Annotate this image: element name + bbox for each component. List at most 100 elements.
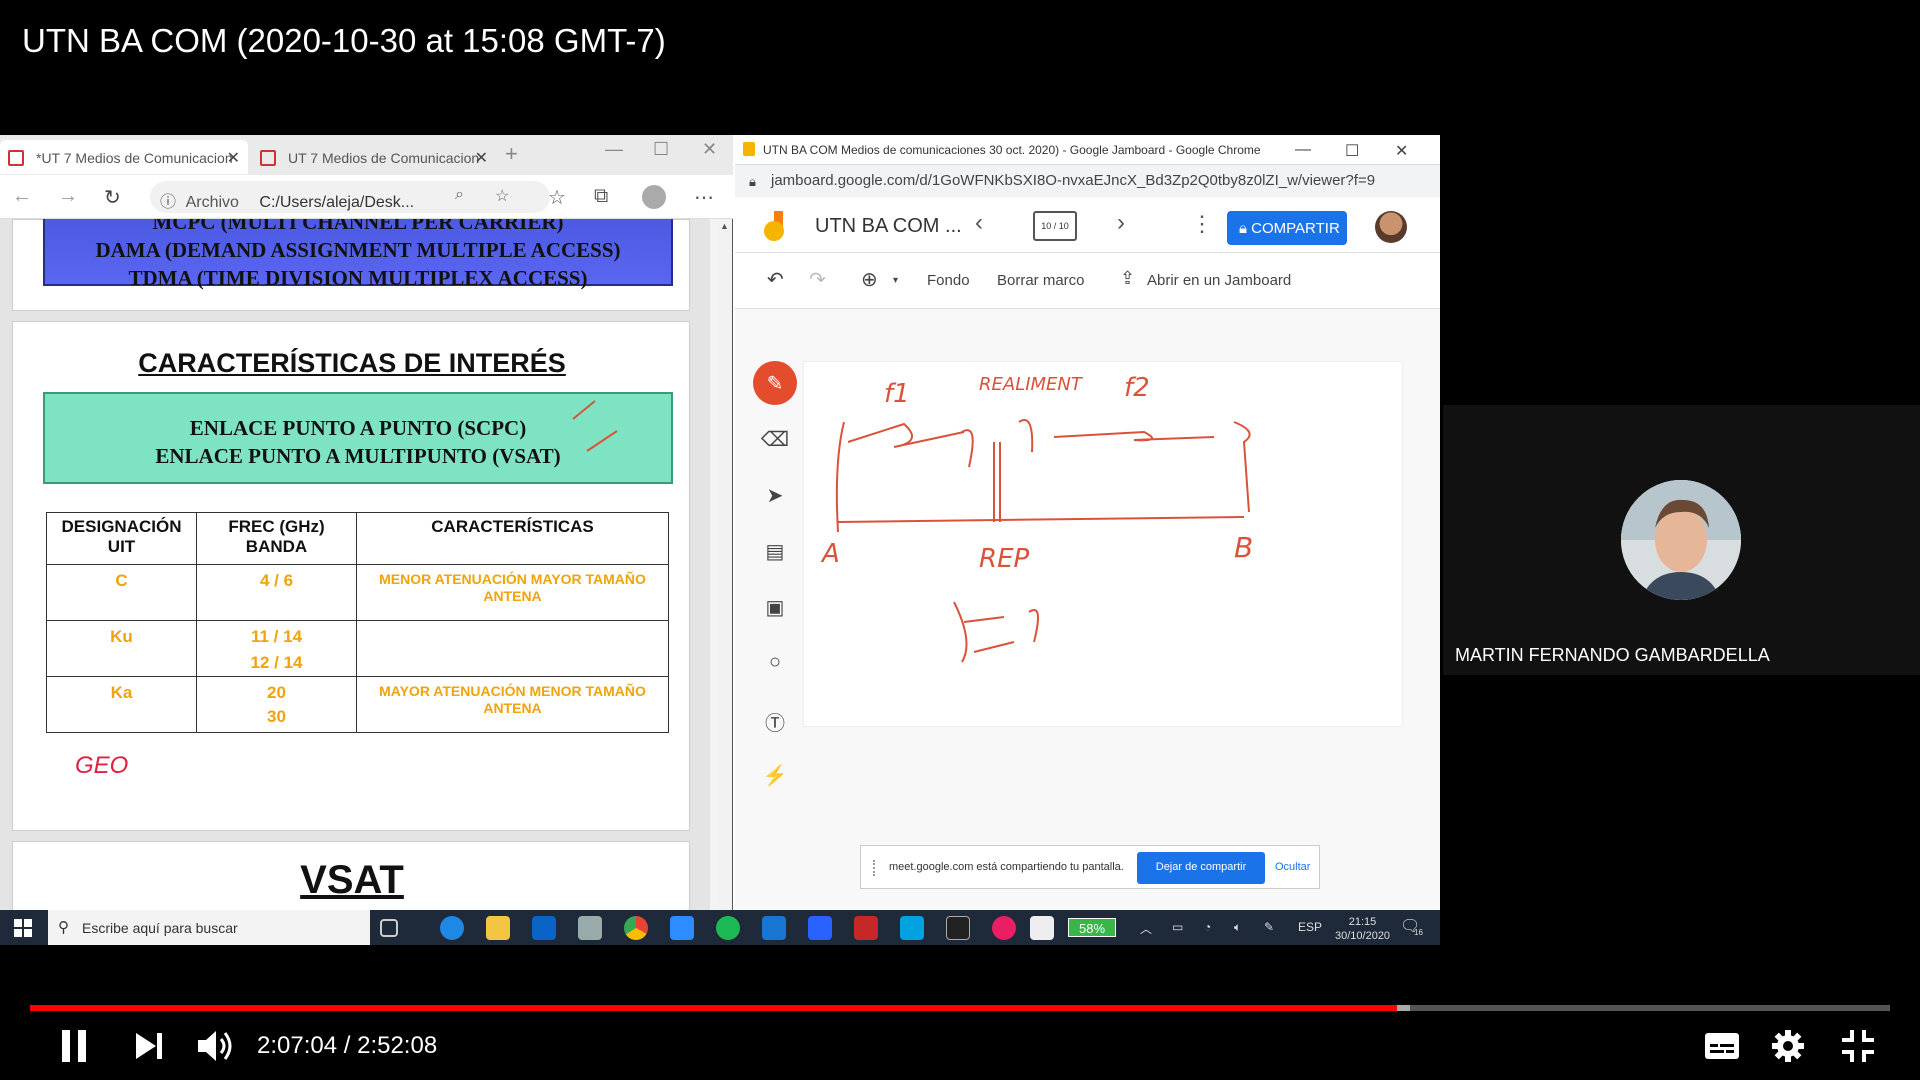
frame-counter[interactable]: 10 / 10 [1033, 211, 1077, 241]
user-avatar[interactable] [1375, 211, 1407, 243]
label-b: B [1234, 531, 1253, 564]
text-box-icon[interactable]: Ⓣ [753, 697, 797, 741]
characteristics-cell: MENOR ATENUACIÓN MAYOR TAMAÑO ANTENA [356, 564, 669, 621]
more-menu-icon[interactable]: ⋯ [694, 185, 714, 210]
subtitles-icon[interactable] [1704, 1032, 1740, 1060]
outlook-icon[interactable] [532, 916, 556, 940]
more-options-icon[interactable]: ⋮ [1191, 211, 1213, 237]
jam-title[interactable]: UTN BA COM ... [815, 215, 962, 238]
pdf-viewer[interactable]: MCPC (MULTI CHANNEL PER CARRIER) DAMA (D… [0, 219, 710, 910]
address-bar[interactable]: 🔒︎ jamboard.google.com/d/1GoWFNKbSXI8O-n… [735, 165, 1440, 197]
terminal-icon[interactable] [946, 916, 970, 940]
mail-icon[interactable] [808, 916, 832, 940]
undo-icon[interactable]: ↶ [767, 267, 784, 292]
volume-icon[interactable]: 🔈︎ [1234, 920, 1241, 935]
paint-icon[interactable] [992, 916, 1016, 940]
chrome-taskbar-icon[interactable] [624, 916, 648, 940]
pdf-page-3: VSAT [12, 841, 690, 910]
app-icon[interactable] [578, 916, 602, 940]
pen-icon[interactable]: ✎ [1264, 920, 1274, 934]
jamboard-toolbar: ↶ ↷ ⊕ ▾ Fondo Borrar marco ⇪ Abrir en un… [735, 253, 1440, 309]
pause-icon[interactable] [60, 1030, 88, 1062]
drag-handle-icon[interactable] [873, 860, 877, 876]
zoom-icon[interactable]: ⊕ [861, 267, 878, 292]
filezilla-icon[interactable] [854, 916, 878, 940]
taskbar-search[interactable]: ⚲ Escribe aquí para buscar [48, 910, 370, 945]
next-video-icon[interactable] [136, 1033, 164, 1059]
settings-gear-icon[interactable] [1772, 1030, 1804, 1062]
minimize-icon[interactable]: — [1295, 141, 1311, 159]
maximize-icon[interactable]: ☐ [653, 139, 669, 160]
background-button[interactable]: Fondo [927, 272, 970, 289]
hide-button[interactable]: Ocultar [1275, 861, 1310, 873]
image-icon[interactable]: ▣ [753, 585, 797, 629]
favorite-star-icon[interactable]: ☆ [495, 186, 509, 206]
skype-icon[interactable] [900, 916, 924, 940]
tray-chevron-icon[interactable]: ︿ [1140, 920, 1152, 937]
task-view-icon[interactable] [380, 919, 398, 937]
scroll-up-icon[interactable]: ▲ [720, 221, 729, 231]
new-tab-button[interactable]: + [505, 141, 518, 167]
close-tab-icon[interactable]: ✕ [227, 148, 240, 168]
refresh-icon[interactable]: ↻ [104, 185, 121, 210]
address-bar[interactable]: ⓘ Archivo C:/Users/aleja/Desk... ⌕ ☆ [150, 181, 550, 213]
close-window-icon[interactable]: ✕ [702, 139, 717, 160]
sticky-note-icon[interactable]: ▤ [753, 529, 797, 573]
edge-taskbar-icon[interactable] [440, 916, 464, 940]
close-tab-icon[interactable]: ✕ [475, 148, 488, 168]
edge-tab-2[interactable]: UT 7 Medios de Comunicacion ✕ [252, 140, 496, 174]
forward-icon[interactable]: → [58, 185, 78, 208]
file-explorer-icon[interactable] [486, 916, 510, 940]
close-window-icon[interactable]: ✕ [1395, 141, 1408, 161]
hand-drawing: f1 REALIMENT f2 A REP B [820, 373, 1253, 663]
volume-icon[interactable] [196, 1028, 236, 1064]
open-jamboard-icon[interactable]: ⇪ [1120, 268, 1135, 289]
zoom-dropdown-icon[interactable]: ▾ [893, 275, 898, 286]
maximize-icon[interactable]: ☐ [1345, 141, 1359, 161]
pen-tool-icon[interactable]: ✎ [753, 361, 797, 405]
edge-tab-1[interactable]: *UT 7 Medios de Comunicacion ✕ [0, 140, 248, 174]
collections-icon[interactable]: ⧉ [594, 185, 608, 208]
designation-cell: Ka [46, 676, 197, 733]
language-indicator[interactable]: ESP [1298, 920, 1322, 934]
progress-bar[interactable] [30, 1005, 1890, 1011]
eraser-icon[interactable]: ⌫ [753, 417, 797, 461]
info-icon: ⓘ [160, 194, 177, 211]
participant-tile: MARTIN FERNANDO GAMBARDELLA [1443, 405, 1920, 675]
stop-sharing-button[interactable]: Dejar de compartir [1137, 852, 1265, 884]
clear-frame-button[interactable]: Borrar marco [997, 272, 1085, 289]
column-header: CARACTERÍSTICAS [356, 512, 669, 565]
pdf-scrollbar[interactable]: ▲ [718, 219, 732, 910]
access-line: DAMA (DEMAND ASSIGNMENT MULTIPLE ACCESS) [95, 238, 621, 262]
time-display: 2:07:04 / 2:52:08 [257, 1032, 437, 1060]
table-header-row: DESIGNACIÓN UIT FREC (GHz) BANDA CARACTE… [46, 512, 669, 565]
zoom-icon[interactable]: ⌕ [455, 186, 464, 204]
back-icon[interactable]: ← [12, 185, 32, 208]
app-icon[interactable] [1030, 916, 1054, 940]
open-in-jamboard-button[interactable]: Abrir en un Jamboard [1147, 272, 1291, 289]
video-player[interactable]: UTN BA COM (2020-10-30 at 15:08 GMT-7) *… [0, 0, 1920, 1080]
jam-frame[interactable]: f1 REALIMENT f2 A REP B [803, 361, 1403, 727]
person-photo [1621, 480, 1741, 600]
battery-indicator[interactable]: 58% [1068, 918, 1116, 937]
edge-toolbar: ← → ↻ ⓘ Archivo C:/Users/aleja/Desk... ⌕… [0, 175, 733, 219]
app-l-icon[interactable] [762, 916, 786, 940]
favorites-icon[interactable]: ☆ [548, 185, 566, 210]
zoom-app-icon[interactable] [670, 916, 694, 940]
wifi-icon[interactable]: ◔ [1204, 920, 1211, 934]
share-button[interactable]: 🔒︎ COMPARTIR [1227, 211, 1347, 245]
windows-start-icon[interactable] [14, 919, 32, 937]
previous-frame-icon[interactable]: ‹ [975, 209, 983, 237]
minimize-icon[interactable]: — [605, 139, 623, 160]
select-cursor-icon[interactable]: ➤ [753, 473, 797, 517]
tray-app-icon[interactable]: ▭ [1172, 920, 1183, 934]
spotify-icon[interactable] [716, 916, 740, 940]
redo-icon[interactable]: ↷ [809, 267, 826, 292]
taskbar-clock[interactable]: 21:15 30/10/2020 [1335, 915, 1390, 943]
laser-icon[interactable]: ⚡ [753, 753, 797, 797]
exit-fullscreen-icon[interactable] [1842, 1030, 1874, 1062]
profile-avatar[interactable] [642, 185, 666, 209]
next-frame-icon[interactable]: › [1117, 209, 1125, 237]
jamboard-favicon [743, 142, 755, 156]
circle-shape-icon[interactable]: ○ [753, 641, 797, 685]
